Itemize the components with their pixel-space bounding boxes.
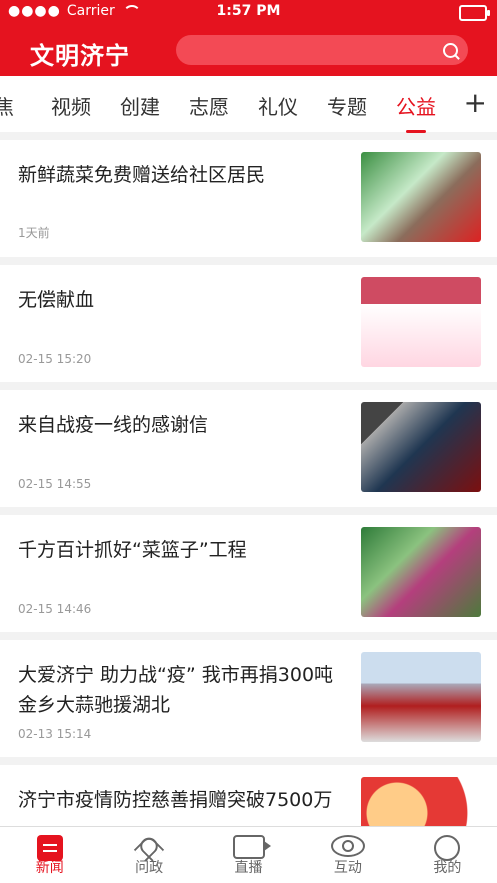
tab-volunteer[interactable]: 志愿 xyxy=(189,91,229,120)
news-title: 大爱济宁 助力战“疫” 我市再捐300吨金乡大蒜驰援湖北 xyxy=(18,664,334,717)
news-time: 02-15 14:55 xyxy=(18,477,92,491)
news-thumbnail xyxy=(361,777,481,827)
category-tabs: 焦 视频 创建 志愿 礼仪 专题 公益 + xyxy=(0,76,497,133)
news-title: 新鲜蔬菜免费赠送给社区居民 xyxy=(18,164,266,186)
nav-news-label: 新闻 xyxy=(35,860,64,876)
nav-interaction-label: 互动 xyxy=(333,860,362,876)
news-thumbnail xyxy=(361,652,481,742)
news-card[interactable]: 来自战疫一线的感谢信 02-15 14:55 xyxy=(0,390,497,507)
news-card[interactable]: 济宁市疫情防控慈善捐赠突破7500万 xyxy=(0,765,497,827)
news-title: 千方百计抓好“菜篮子”工程 xyxy=(18,539,247,561)
nav-profile[interactable]: 我的 xyxy=(398,827,497,883)
news-card[interactable]: 无偿献血 02-15 15:20 xyxy=(0,265,497,382)
nav-live-label: 直播 xyxy=(234,860,263,876)
news-card[interactable]: 大爱济宁 助力战“疫” 我市再捐300吨金乡大蒜驰援湖北 02-13 15:14 xyxy=(0,640,497,757)
nav-inquiry-label: 问政 xyxy=(135,860,164,876)
app-title: 文明济宁 xyxy=(30,42,130,70)
news-card[interactable]: 千方百计抓好“菜篮子”工程 02-15 14:46 xyxy=(0,515,497,632)
news-card[interactable]: 新鲜蔬菜免费赠送给社区居民 1天前 xyxy=(0,140,497,257)
news-time: 1天前 xyxy=(18,226,50,240)
camera-icon xyxy=(232,835,271,859)
nav-interaction[interactable]: 互动 xyxy=(298,827,397,883)
news-thumbnail xyxy=(361,402,481,492)
clock: 1:57 PM xyxy=(216,3,281,19)
nav-profile-label: 我的 xyxy=(433,860,462,876)
news-thumbnail xyxy=(361,277,481,367)
nav-inquiry[interactable]: 问政 xyxy=(99,827,198,883)
status-bar: ●●●● Carrier 1:57 PM xyxy=(0,0,497,24)
search-input[interactable] xyxy=(176,35,468,65)
news-time: 02-15 15:20 xyxy=(18,352,92,366)
eye-icon xyxy=(330,835,365,857)
news-time: 02-13 15:14 xyxy=(18,727,92,741)
news-title: 来自战疫一线的感谢信 xyxy=(18,414,209,436)
nav-news[interactable]: 新闻 xyxy=(0,827,99,883)
news-title: 无偿献血 xyxy=(18,289,95,311)
app-header: ●●●● Carrier 1:57 PM 文明济宁 xyxy=(0,0,497,76)
tab-video[interactable]: 视频 xyxy=(51,91,91,120)
tab-public-welfare[interactable]: 公益 xyxy=(396,91,436,133)
news-title: 济宁市疫情防控慈善捐赠突破7500万 xyxy=(18,789,333,811)
battery-icon xyxy=(459,5,490,21)
nav-live[interactable]: 直播 xyxy=(199,827,298,883)
tab-focus[interactable]: 焦 xyxy=(0,91,14,120)
tab-etiquette[interactable]: 礼仪 xyxy=(258,91,298,120)
news-feed: 新鲜蔬菜免费赠送给社区居民 1天前 无偿献血 02-15 15:20 来自战疫一… xyxy=(0,132,497,827)
news-thumbnail xyxy=(361,527,481,617)
search-icon[interactable] xyxy=(443,43,458,58)
add-tab-icon[interactable]: + xyxy=(464,86,487,119)
tab-topics[interactable]: 专题 xyxy=(327,91,367,120)
news-time: 02-15 14:46 xyxy=(18,602,92,616)
news-thumbnail xyxy=(361,152,481,242)
bottom-navigation: 新闻 问政 直播 互动 我的 xyxy=(0,826,497,883)
tab-create[interactable]: 创建 xyxy=(120,91,160,120)
